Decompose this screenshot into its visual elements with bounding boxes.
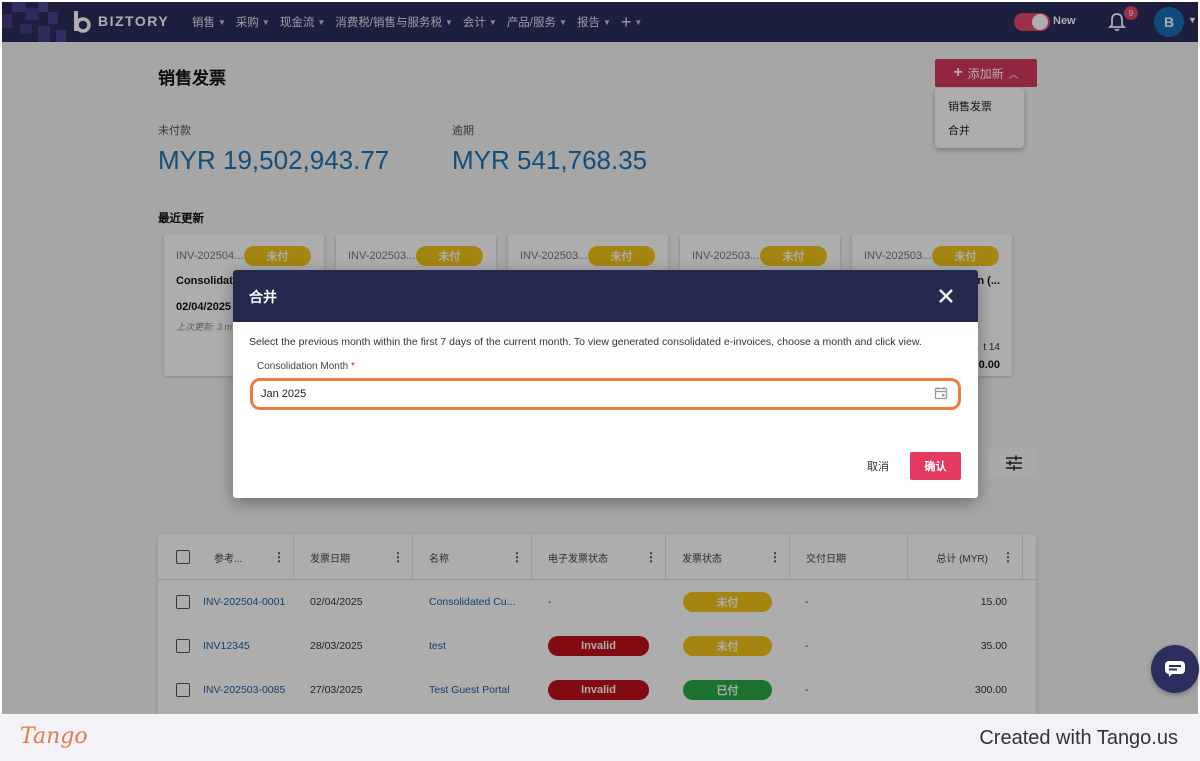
tango-logo: Tango bbox=[20, 724, 88, 749]
consolidation-month-input[interactable] bbox=[261, 386, 901, 402]
tango-footer: Tango Created with Tango.us bbox=[0, 714, 1200, 761]
consolidation-month-field[interactable] bbox=[250, 378, 961, 410]
confirm-button[interactable]: 确认 bbox=[910, 452, 961, 480]
chat-icon bbox=[1165, 661, 1185, 677]
dialog-title: 合并 bbox=[249, 289, 277, 305]
close-icon[interactable] bbox=[936, 286, 956, 306]
consolidation-month-label: Consolidation Month * bbox=[257, 361, 355, 372]
consolidate-dialog: 合并 Select the previous month within the … bbox=[233, 270, 978, 498]
cancel-button[interactable]: 取消 bbox=[854, 453, 902, 479]
dialog-description: Select the previous month within the fir… bbox=[249, 336, 922, 348]
chat-button[interactable] bbox=[1151, 645, 1199, 693]
created-with-text: Created with Tango.us bbox=[979, 727, 1178, 749]
dialog-header: 合并 bbox=[233, 270, 978, 322]
calendar-icon[interactable] bbox=[934, 386, 948, 400]
